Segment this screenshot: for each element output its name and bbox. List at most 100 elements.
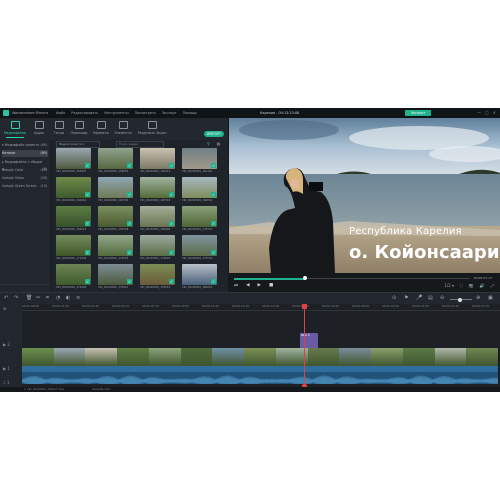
video-clip[interactable]	[117, 348, 150, 372]
redo-icon[interactable]: ↷	[14, 295, 18, 301]
snapshot-icon[interactable]: 📷	[469, 283, 474, 288]
video-clip[interactable]	[53, 348, 87, 372]
video-clip[interactable]	[244, 348, 277, 372]
media-thumbnail[interactable]: ✓ VID_20210801_172845	[140, 235, 175, 262]
media-thumbnail[interactable]: ✓ VID_20210801_165906	[140, 206, 175, 233]
maximize-icon[interactable]: □	[485, 110, 489, 116]
fullscreen-icon[interactable]: ⛶	[460, 283, 463, 288]
media-thumbnail[interactable]: ✓ VID_20210801_175510	[140, 264, 175, 291]
voiceover-icon[interactable]: 🎤	[416, 295, 422, 301]
minimize-icon[interactable]: —	[477, 110, 481, 116]
media-thumbnail[interactable]: ✓ VID_20210801_163345	[140, 177, 175, 204]
tab-elements[interactable]: Элементы	[110, 121, 136, 135]
quality-dropdown[interactable]: 1/2 ▾	[444, 283, 454, 288]
media-thumbnail[interactable]: ✓ VID_20210801_161101	[182, 148, 217, 175]
render-icon[interactable]: ⊙	[392, 295, 396, 301]
video-clip[interactable]	[85, 348, 119, 372]
video-clip[interactable]	[212, 348, 246, 372]
video-clip[interactable]	[307, 348, 341, 372]
video-clip[interactable]	[434, 348, 468, 372]
folder-project-media[interactable]: ▾ Медиафайл проекта (95)	[2, 142, 48, 149]
expand-icon[interactable]: ⤢	[491, 283, 494, 288]
zoom-slider-handle[interactable]	[458, 297, 462, 302]
thumbnail-name: VID_20210801_165906	[140, 228, 171, 231]
folder-sample-color[interactable]: Sample Color (25)	[2, 167, 48, 174]
media-thumbnail[interactable]: ✓ VID_20210801_170133	[182, 206, 217, 233]
timeline-playhead[interactable]	[302, 304, 307, 388]
timeline-ruler[interactable]: 00:00:00:00 00:00:01:25 00:00:03:20 00:00:0…	[22, 304, 500, 311]
video-track-lock-icon[interactable]: ▶ 1	[3, 366, 10, 371]
media-thumbnail[interactable]: ✓ VID_20210801_165208	[98, 206, 133, 233]
video-clip[interactable]	[466, 348, 499, 372]
menu-help[interactable]: Помощь	[183, 111, 197, 115]
filter-icon[interactable]: ⚲	[206, 141, 211, 146]
delete-icon[interactable]: 🗑	[26, 295, 32, 301]
step-back-icon[interactable]: ◀	[246, 283, 249, 289]
cut-icon[interactable]: ✂	[36, 295, 40, 301]
import-button[interactable]: ИМПОРТ	[204, 131, 224, 137]
folder-sample-video[interactable]: Sample Video (20)	[2, 175, 48, 182]
zoom-slider[interactable]	[450, 297, 472, 302]
media-thumbnail[interactable]: ✓ VID_20210801_174400	[56, 264, 91, 291]
media-thumbnail[interactable]: ✓ VID_20210801_164034	[182, 177, 217, 204]
audio-mixer-icon[interactable]: ≋	[76, 295, 80, 301]
ruler-tick: 00:00:23:25	[412, 304, 430, 308]
add-track-icon[interactable]: ⊞	[3, 306, 6, 311]
color-icon[interactable]: ◐	[66, 295, 70, 301]
grid-view-icon[interactable]: ▦	[216, 141, 221, 146]
video-clip[interactable]	[22, 348, 55, 372]
preview-progress-bar[interactable]	[234, 276, 470, 280]
audio-track[interactable]	[22, 372, 498, 384]
fit-icon[interactable]: ▣	[488, 295, 493, 301]
media-thumbnail[interactable]: ✓ VID_20210801_175021	[98, 264, 133, 291]
export-button[interactable]: Экспорт	[405, 110, 431, 116]
zoom-out-icon[interactable]: ⊖	[440, 295, 444, 301]
volume-icon[interactable]: 🔊	[480, 283, 485, 288]
thumbnail-name: VID_20210801_180010	[182, 286, 213, 289]
media-thumbnail[interactable]: ✓ VID_20210801_162702	[98, 177, 133, 204]
video-clip[interactable]	[339, 348, 373, 372]
video-clip[interactable]	[180, 348, 214, 372]
media-thumbnail[interactable]: ✓ VID_20210801_165013	[56, 206, 91, 233]
clip-frame	[180, 348, 213, 366]
speed-icon[interactable]: ◔	[56, 295, 60, 301]
marker-icon[interactable]: ⚑	[404, 295, 408, 301]
video-clip[interactable]	[402, 348, 436, 372]
video-clip[interactable]	[371, 348, 404, 372]
video-track[interactable]	[22, 348, 499, 372]
video-clip[interactable]	[148, 348, 182, 372]
media-search-input[interactable]: Поиск медиа	[116, 141, 164, 148]
preview-scrubber-handle[interactable]	[302, 276, 307, 280]
zoom-in-icon[interactable]: ⊕	[476, 295, 480, 301]
undo-icon[interactable]: ↶	[4, 295, 8, 301]
menu-file[interactable]: Файл	[56, 111, 65, 115]
media-thumbnail[interactable]: ✓ VID_20210801_171246	[56, 235, 91, 262]
play-icon[interactable]: ▶	[258, 283, 261, 289]
folder-sample-green-screen[interactable]: Sample Green Screen (10)	[2, 183, 48, 190]
media-thumbnail[interactable]: ✓ VID_20210801_154855	[98, 148, 133, 175]
audio-track-icon[interactable]: ♪ 1	[3, 380, 9, 385]
folder-catalog[interactable]: Каталог (95)	[2, 150, 48, 157]
mixer-icon[interactable]: ▤	[428, 295, 433, 301]
media-thumbnail[interactable]: ✓ VID_20210801_161015	[140, 148, 175, 175]
tab-split-screen[interactable]: Разделить Экран	[136, 121, 168, 135]
folder-shared-media[interactable]: ▸ Медиафайлы с общим д... (0)	[2, 159, 48, 171]
stop-icon[interactable]: ■	[269, 283, 273, 289]
media-filter-dropdown[interactable]: Медиа проекта ▾	[56, 141, 100, 148]
skip-back-icon[interactable]: ⏮	[234, 283, 238, 289]
media-thumbnail[interactable]: ✓ VID_20210801_162410	[56, 177, 91, 204]
title-track-lock-icon[interactable]: ▶ 2	[3, 342, 10, 347]
media-thumbnail[interactable]: ✓ VID_20210801_172023	[98, 235, 133, 262]
tab-media[interactable]: Медиафайлы	[2, 121, 28, 138]
crop-icon[interactable]: ⌗	[46, 295, 49, 301]
close-icon[interactable]: ✕	[493, 110, 496, 116]
title-bar: Wondershare Filmora Файл Редактировать И…	[0, 108, 500, 118]
check-icon: ✓	[85, 250, 90, 255]
menu-view[interactable]: Посмотреть	[135, 111, 156, 115]
media-thumbnail[interactable]: ✓ VID_20210801_173539	[182, 235, 217, 262]
menu-edit[interactable]: Редактировать	[71, 111, 98, 115]
menu-export[interactable]: Экспорт	[162, 111, 177, 115]
media-thumbnail[interactable]: ✓ VID_20210801_155927	[56, 148, 91, 175]
menu-tools[interactable]: Инструменты	[104, 111, 128, 115]
media-thumbnail[interactable]: ✓ VID_20210801_180010	[182, 264, 217, 291]
